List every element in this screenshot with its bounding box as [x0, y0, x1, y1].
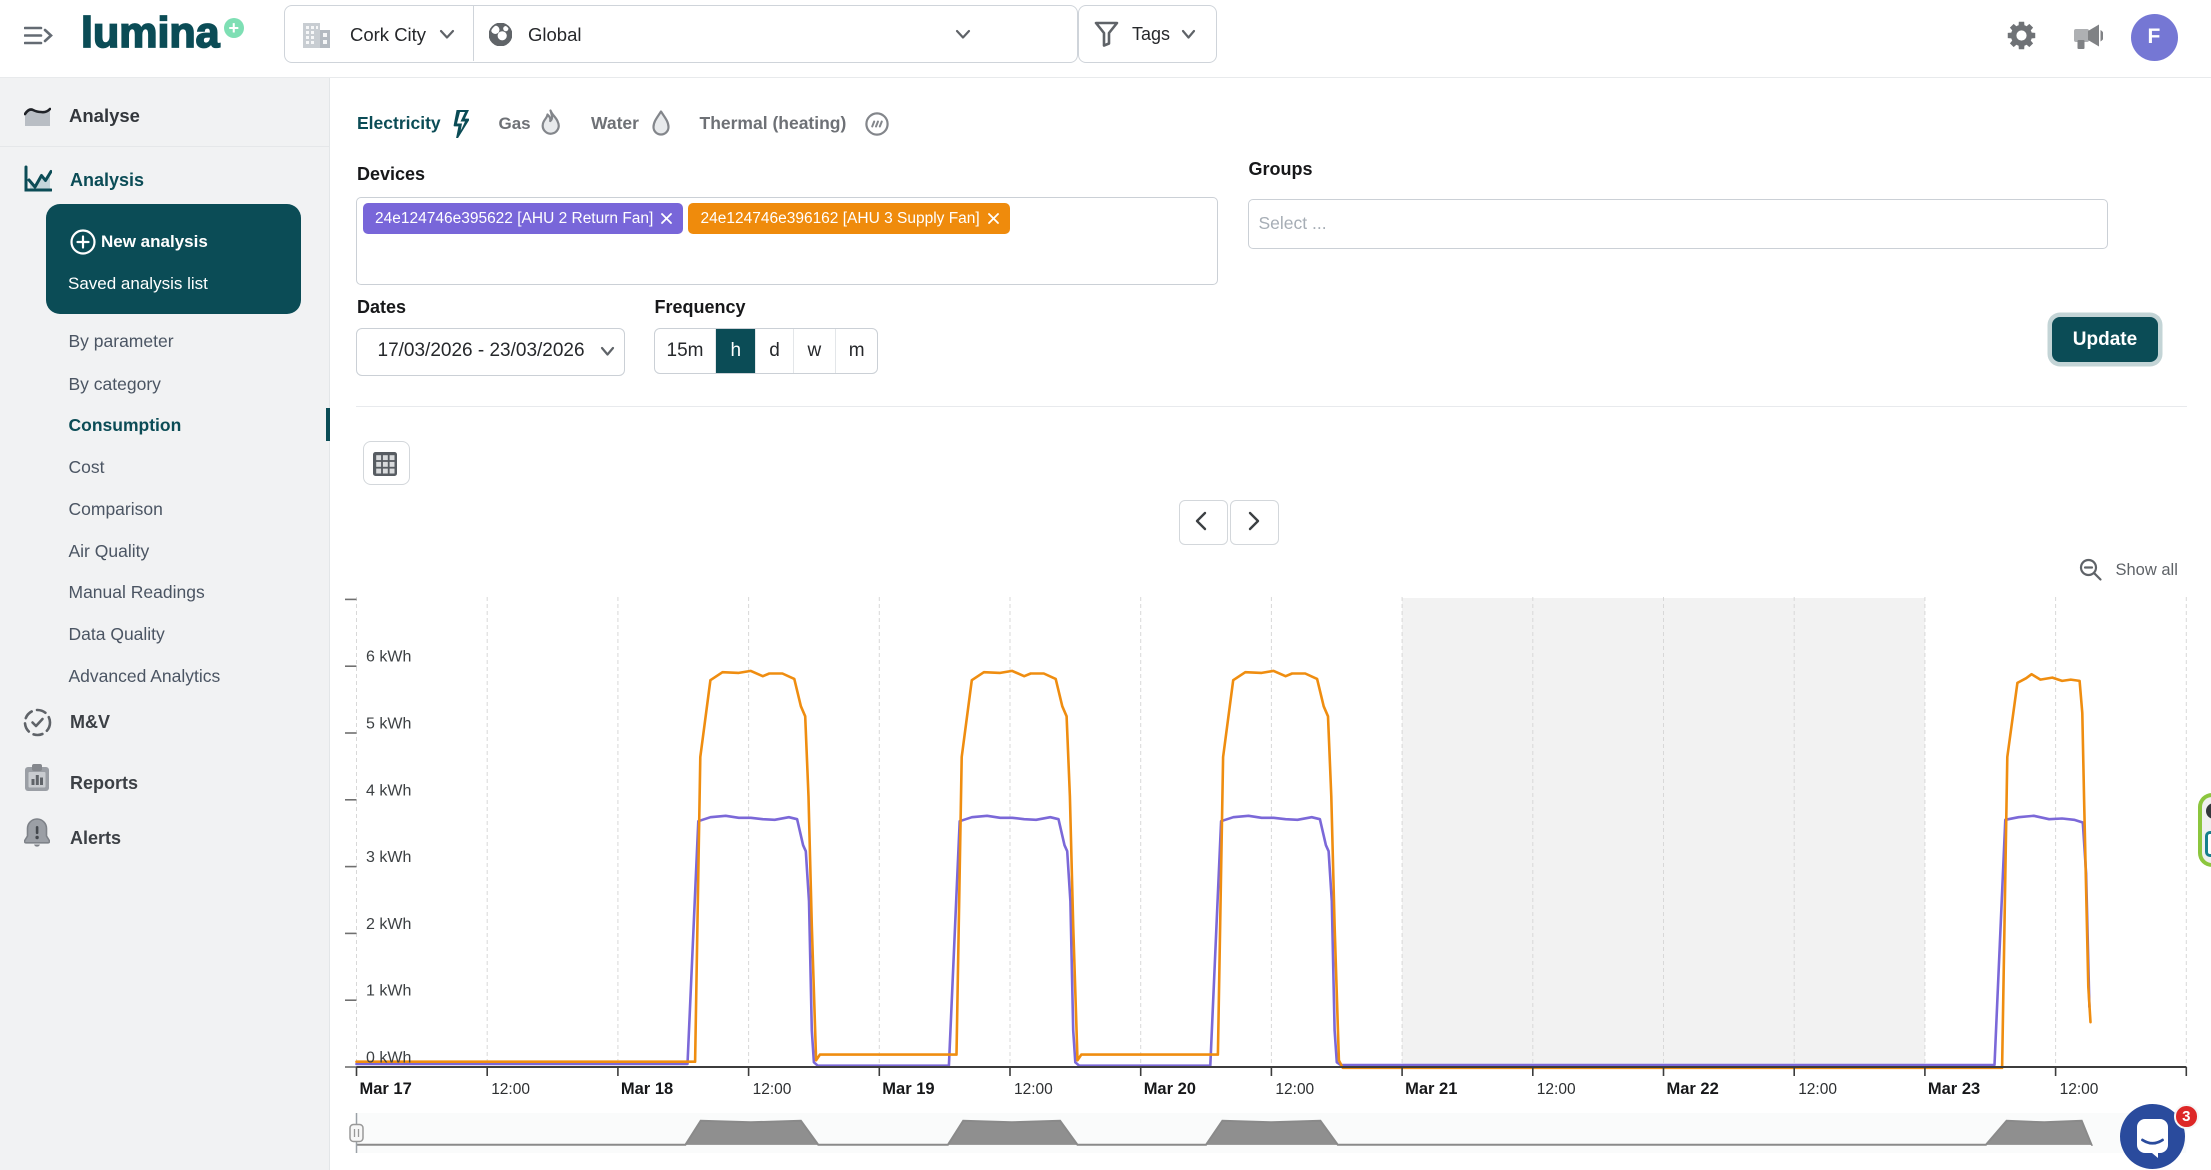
svg-text:Mar 22: Mar 22 — [1667, 1080, 1719, 1098]
svg-text:12:00: 12:00 — [2060, 1081, 2099, 1098]
svg-text:Mar 18: Mar 18 — [621, 1080, 673, 1098]
svg-text:Mar 19: Mar 19 — [882, 1080, 934, 1098]
svg-text:Mar 17: Mar 17 — [360, 1080, 412, 1098]
svg-text:Mar 23: Mar 23 — [1928, 1080, 1980, 1098]
svg-text:1 kWh: 1 kWh — [366, 983, 411, 1000]
svg-text:12:00: 12:00 — [1275, 1081, 1314, 1098]
svg-text:4 kWh: 4 kWh — [366, 782, 411, 799]
svg-text:Mar 21: Mar 21 — [1405, 1080, 1457, 1098]
svg-text:Mar 20: Mar 20 — [1144, 1080, 1196, 1098]
svg-text:6 kWh: 6 kWh — [366, 649, 411, 666]
svg-text:3 kWh: 3 kWh — [366, 849, 411, 866]
svg-text:0 kWh: 0 kWh — [366, 1050, 411, 1067]
svg-text:12:00: 12:00 — [1798, 1081, 1837, 1098]
svg-text:12:00: 12:00 — [491, 1081, 530, 1098]
svg-text:12:00: 12:00 — [753, 1081, 792, 1098]
svg-text:12:00: 12:00 — [1537, 1081, 1576, 1098]
svg-text:5 kWh: 5 kWh — [366, 716, 411, 733]
svg-text:12:00: 12:00 — [1014, 1081, 1053, 1098]
svg-text:2 kWh: 2 kWh — [366, 916, 411, 933]
